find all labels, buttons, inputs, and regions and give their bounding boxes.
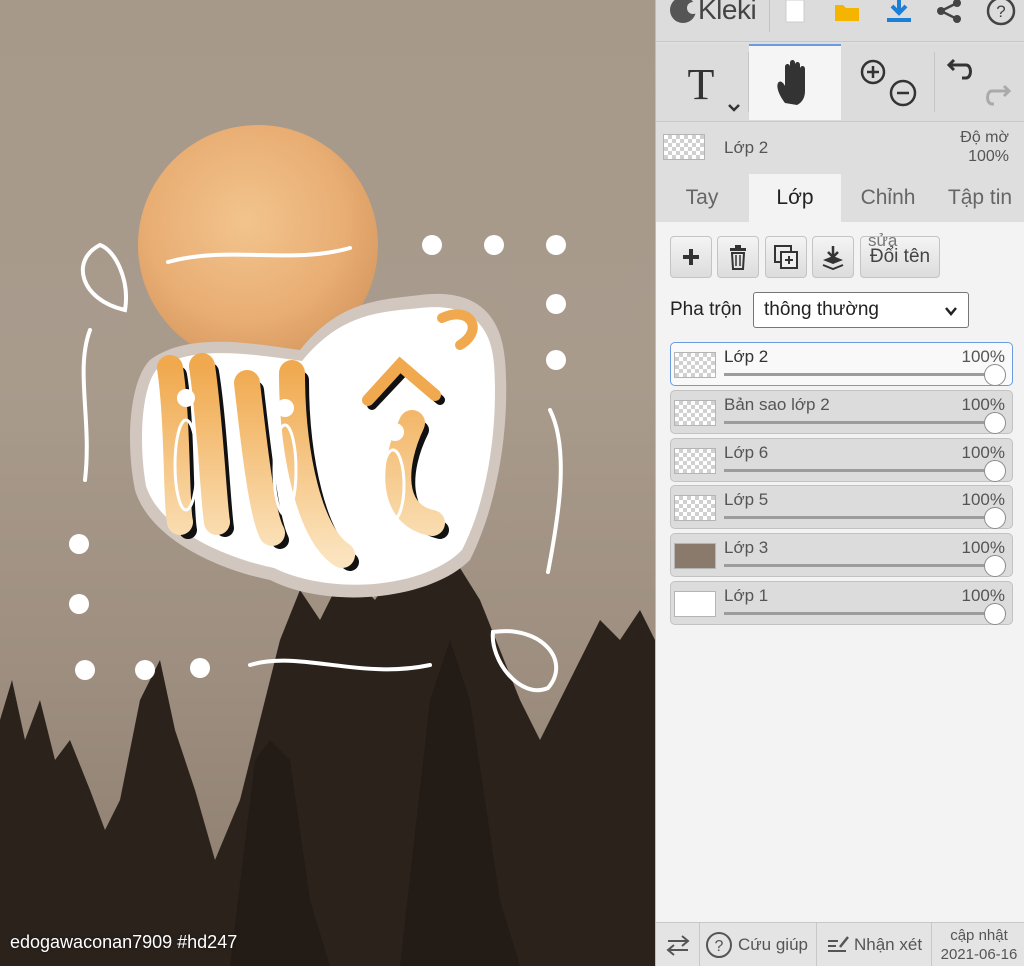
opacity-slider-handle[interactable] (984, 364, 1006, 386)
layer-name: Lớp 6 (724, 443, 769, 462)
hand-tool-button[interactable] (749, 44, 841, 120)
update-date: 2021-06-16 (940, 946, 1018, 963)
current-layer-opacity: Độ mờ 100% (960, 128, 1009, 166)
layer-name: Lớp 5 (724, 490, 769, 509)
layer-name: Lớp 2 (724, 347, 769, 366)
layer-thumbnail (674, 400, 716, 426)
merge-layer-button[interactable] (812, 236, 854, 278)
opacity-slider-handle[interactable] (984, 507, 1006, 529)
divider (699, 923, 700, 966)
layer-name: Lớp 1 (724, 586, 769, 605)
divider (931, 923, 932, 966)
svg-text:?: ? (996, 2, 1005, 21)
app-name: Kleki (698, 0, 757, 25)
tool-row: T (656, 44, 1024, 122)
open-folder-icon[interactable] (830, 0, 864, 28)
merge-down-icon (822, 246, 844, 270)
opacity-slider-handle[interactable] (984, 460, 1006, 482)
divider (769, 0, 770, 32)
help-icon[interactable]: ? (984, 0, 1018, 28)
layer-name: Bản sao lớp 2 (724, 395, 830, 414)
layer-row[interactable]: Lớp 1 100% (670, 581, 1013, 625)
blend-mode-value: thông thường (764, 299, 879, 320)
opacity-label: Độ mờ (960, 129, 1009, 146)
layers-panel: sửa Đổi tên Pha trộn thông thường Lớp 2 … (656, 222, 1024, 922)
tab-file[interactable]: Tập tin (935, 174, 1024, 222)
download-icon[interactable] (882, 0, 916, 28)
svg-text:?: ? (715, 938, 724, 955)
blend-mode-select[interactable]: thông thường (753, 292, 969, 328)
layer-name: Lớp 3 (724, 538, 769, 557)
drawing-canvas[interactable]: edogawaconan7909 #hd247 (0, 0, 655, 966)
opacity-slider-track[interactable] (724, 421, 994, 424)
layer-row[interactable]: Lớp 2 100% (670, 342, 1013, 386)
help-button[interactable]: ? Cứu giúp (705, 923, 808, 966)
opacity-slider-track[interactable] (724, 373, 994, 376)
layer-thumbnail (674, 495, 716, 521)
opacity-value: 100% (968, 148, 1009, 165)
feedback-label: Nhận xét (854, 935, 923, 954)
feedback-button[interactable]: Nhận xét (826, 923, 922, 966)
tab-edit[interactable]: Chỉnh (842, 174, 934, 222)
rename-ghost-text: sửa (868, 231, 898, 250)
update-info[interactable]: cập nhật 2021-06-16 (934, 926, 1024, 964)
side-panel: Kleki ? T Lớp 2 Độ mờ 100% Tay Lớp Chỉnh… (655, 0, 1024, 966)
delete-layer-button[interactable] (717, 236, 759, 278)
zoom-out-icon[interactable] (888, 78, 918, 113)
duplicate-icon (774, 245, 798, 269)
layer-row[interactable]: Lớp 3 100% (670, 533, 1013, 577)
text-tool-button[interactable]: T (666, 44, 746, 120)
kleki-logo-icon (670, 0, 699, 23)
layer-thumbnail (674, 591, 716, 617)
rename-layer-button[interactable]: sửa Đổi tên (860, 231, 940, 278)
kleki-logo[interactable]: Kleki (670, 0, 757, 26)
opacity-slider-handle[interactable] (984, 412, 1006, 434)
opacity-slider-track[interactable] (724, 564, 994, 567)
redo-icon[interactable] (982, 82, 1012, 117)
duplicate-layer-button[interactable] (765, 236, 807, 278)
current-layer-name: Lớp 2 (724, 138, 769, 157)
current-layer-info: Lớp 2 Độ mờ 100% (656, 124, 1024, 172)
layer-thumbnail (674, 448, 716, 474)
opacity-slider-track[interactable] (724, 516, 994, 519)
svg-text:T: T (688, 60, 715, 109)
plus-icon (683, 249, 699, 265)
layer-thumbnail (674, 352, 716, 378)
opacity-slider-handle[interactable] (984, 555, 1006, 577)
swap-arrows-icon (666, 935, 690, 956)
layer-thumbnail (674, 543, 716, 569)
layer-row[interactable]: Bản sao lớp 2 100% (670, 390, 1013, 434)
trash-icon (730, 245, 746, 270)
tab-brush[interactable]: Tay (656, 174, 748, 222)
layer-thumbnail (663, 134, 705, 160)
artwork (0, 125, 655, 966)
bottom-bar: ? Cứu giúp Nhận xét cập nhật 2021-06-16 (656, 922, 1024, 966)
top-toolbar: Kleki ? (656, 0, 1024, 42)
opacity-slider-track[interactable] (724, 612, 994, 615)
chevron-down-icon (945, 307, 957, 316)
text-tool-icon: T (688, 60, 740, 112)
feedback-pen-icon (828, 936, 849, 952)
help-label: Cứu giúp (738, 935, 808, 954)
layer-row[interactable]: Lớp 6 100% (670, 438, 1013, 482)
update-label: cập nhật (950, 927, 1008, 944)
layer-row[interactable]: Lớp 5 100% (670, 485, 1013, 529)
credit-text: edogawaconan7909 #hd247 (10, 932, 238, 952)
tab-layers[interactable]: Lớp (749, 174, 841, 222)
add-layer-button[interactable] (670, 236, 712, 278)
help-circle-icon: ? (706, 932, 732, 958)
opacity-slider-handle[interactable] (984, 603, 1006, 625)
share-icon[interactable] (932, 0, 966, 28)
blend-mode-label: Pha trộn (670, 299, 742, 320)
new-image-icon[interactable] (778, 0, 812, 28)
divider (816, 923, 817, 966)
hand-tool-icon (777, 60, 805, 105)
divider (934, 52, 935, 112)
panel-tabs: Tay Lớp Chỉnh Tập tin (656, 174, 1024, 222)
opacity-slider-track[interactable] (724, 469, 994, 472)
undo-icon[interactable] (946, 56, 976, 91)
swap-panel-button[interactable] (664, 923, 692, 966)
